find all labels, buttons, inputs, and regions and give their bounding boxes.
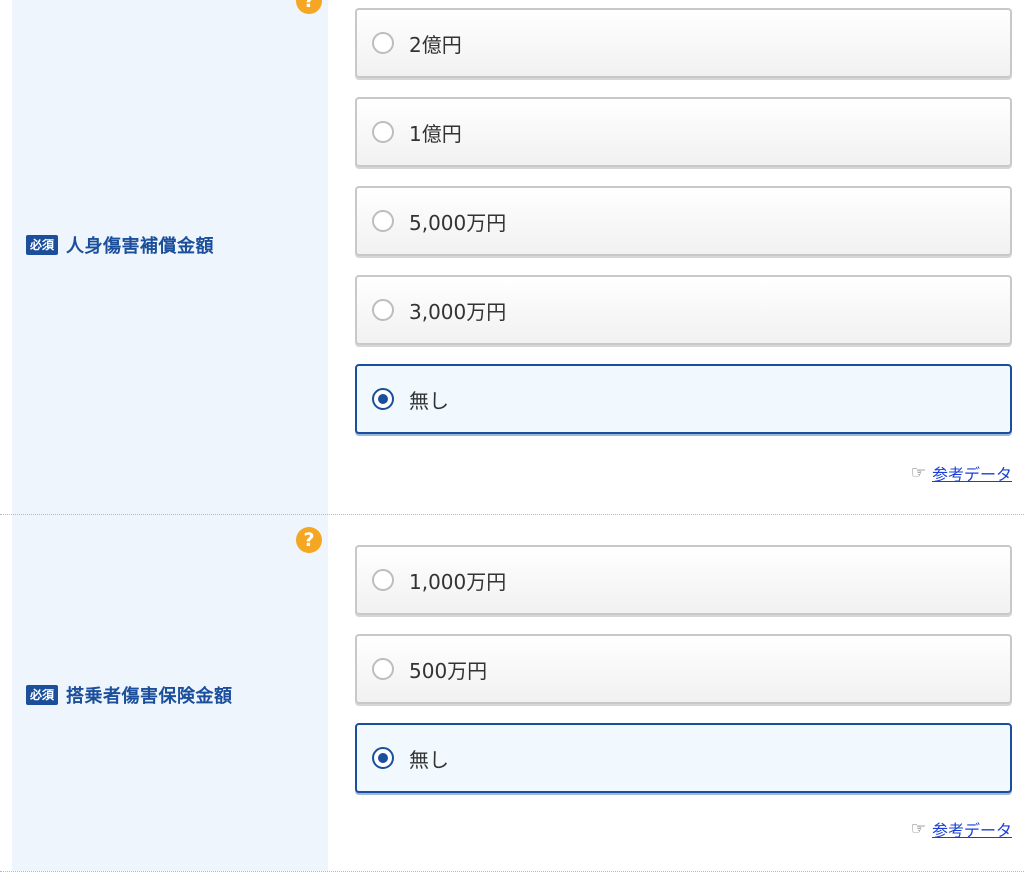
radio-group: 2億円 1億円 5,000万円 3,000万円 無し (355, 8, 1012, 453)
pointing-hand-icon: ☞ (910, 819, 926, 839)
radio-button-selected[interactable] (372, 747, 394, 769)
option-label: 2億円 (409, 32, 462, 57)
option-label: 1,000万円 (409, 569, 507, 594)
radio-button-selected[interactable] (372, 388, 394, 410)
radio-button[interactable] (372, 658, 394, 680)
radio-button[interactable] (372, 121, 394, 143)
section-personal-injury: ? 必須 人身傷害補償金額 2億円 1億円 5,000万円 3,000万円 無し… (0, 0, 1024, 515)
option-label: 500万円 (409, 658, 488, 683)
radio-button[interactable] (372, 299, 394, 321)
reference-data-link[interactable]: 参考データ (932, 461, 1012, 485)
radio-option-1000man[interactable]: 1,000万円 (355, 545, 1012, 615)
radio-option-5000man[interactable]: 5,000万円 (355, 186, 1012, 256)
field-label-text: 人身傷害補償金額 (66, 236, 215, 257)
option-label: 無し (409, 747, 449, 772)
radio-button[interactable] (372, 32, 394, 54)
radio-option-3000man[interactable]: 3,000万円 (355, 275, 1012, 345)
reference-data: ☞ 参考データ (911, 461, 1012, 485)
field-label-text: 搭乗者傷害保険金額 (66, 686, 233, 707)
radio-option-500man[interactable]: 500万円 (355, 634, 1012, 704)
radio-option-1oku[interactable]: 1億円 (355, 97, 1012, 167)
radio-option-2oku[interactable]: 2億円 (355, 8, 1012, 78)
radio-group: 1,000万円 500万円 無し (355, 545, 1012, 812)
option-label: 3,000万円 (409, 299, 507, 324)
radio-button[interactable] (372, 569, 394, 591)
radio-button[interactable] (372, 210, 394, 232)
section-passenger-injury: ? 必須 搭乗者傷害保険金額 1,000万円 500万円 無し ☞ 参考データ (0, 515, 1024, 871)
option-label: 5,000万円 (409, 210, 507, 235)
field-label: 必須 人身傷害補償金額 (26, 232, 214, 258)
required-badge: 必須 (26, 235, 59, 255)
section-divider (0, 871, 1024, 872)
option-label: 無し (409, 388, 449, 413)
radio-option-none[interactable]: 無し (355, 364, 1012, 434)
radio-option-none[interactable]: 無し (355, 723, 1012, 793)
pointing-hand-icon: ☞ (910, 463, 926, 483)
option-label: 1億円 (409, 121, 462, 146)
field-label: 必須 搭乗者傷害保険金額 (26, 682, 233, 708)
reference-data-link[interactable]: 参考データ (932, 817, 1012, 841)
reference-data: ☞ 参考データ (911, 817, 1012, 841)
required-badge: 必須 (26, 685, 59, 705)
question-circle-icon[interactable]: ? (296, 527, 322, 553)
